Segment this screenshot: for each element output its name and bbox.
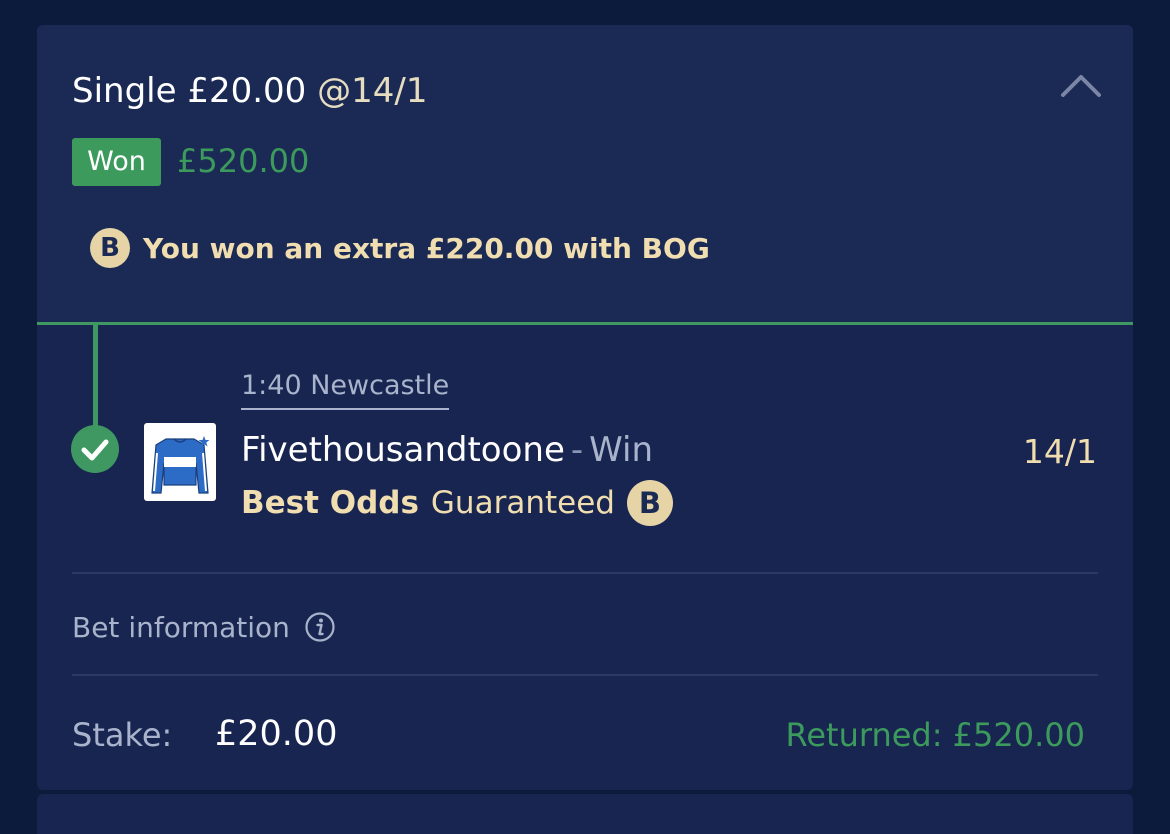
- timeline-line: [93, 325, 98, 429]
- bet-information-toggle[interactable]: Bet information: [72, 605, 336, 649]
- bog-badge-icon: B: [626, 480, 673, 526]
- bog-badge-icon: B: [90, 228, 130, 268]
- horse-name: Fivethousandtoone: [241, 430, 565, 470]
- chevron-up-icon[interactable]: [1059, 71, 1103, 101]
- divider: [37, 322, 1133, 325]
- market-label: Win: [589, 430, 654, 470]
- divider: [72, 674, 1098, 676]
- jockey-silk-icon: [144, 423, 216, 501]
- info-icon[interactable]: [304, 611, 336, 643]
- won-amount: £520.00: [177, 142, 310, 180]
- bet-card-header: Single £20.00 @14/1 Won £520.00 B You wo…: [37, 25, 1133, 323]
- bet-title: Single £20.00 @14/1: [72, 71, 427, 111]
- bet-card: Single £20.00 @14/1 Won £520.00 B You wo…: [37, 25, 1133, 790]
- selection-line: Fivethousandtoone - Win: [241, 430, 653, 470]
- stake-label: Stake:: [72, 716, 173, 754]
- bet-information-label: Bet information: [72, 610, 290, 644]
- bog-banner: B You won an extra £220.00 with BOG: [90, 226, 710, 270]
- returned-amount: Returned: £520.00: [785, 716, 1085, 754]
- check-icon: [71, 425, 119, 473]
- stake-value: £20.00: [215, 714, 338, 754]
- bet-type-label: Single £20.00: [72, 71, 307, 111]
- bog-strong-label: Best Odds: [241, 485, 419, 521]
- race-link[interactable]: 1:40 Newcastle: [241, 370, 450, 410]
- bet-odds-label: @14/1: [317, 71, 428, 111]
- bog-line: Best Odds Guaranteed B: [241, 479, 673, 527]
- next-bet-card: [37, 794, 1133, 834]
- divider: [72, 572, 1098, 574]
- bog-message: You won an extra £220.00 with BOG: [143, 231, 710, 265]
- bog-rest-label: Guaranteed: [430, 485, 615, 521]
- separator: -: [570, 430, 584, 470]
- status-badge: Won: [72, 138, 161, 186]
- selection-odds: 14/1: [1022, 432, 1097, 471]
